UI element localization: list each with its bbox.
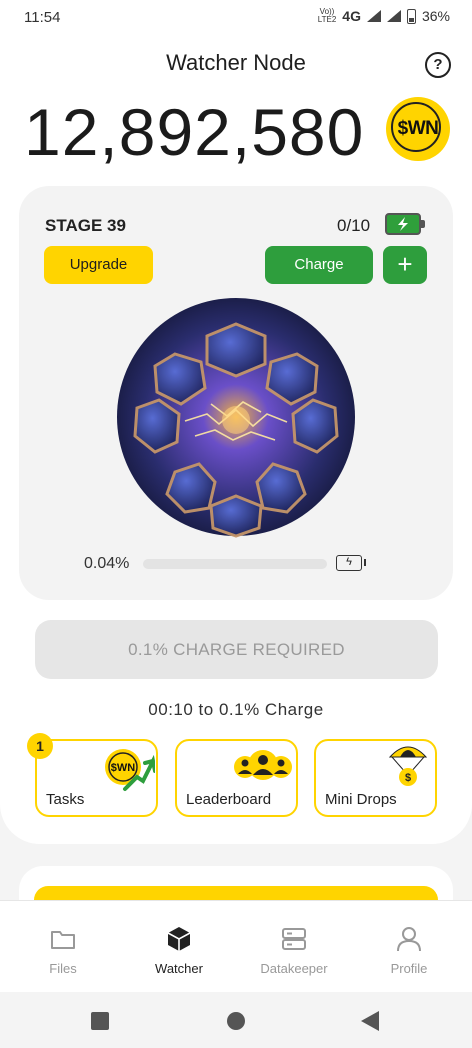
volte-icon: Vo)) LTE2 [317,7,337,24]
charge-count: 0/10 [337,216,371,235]
tasks-label: Tasks [46,791,85,808]
leaderboard-tile[interactable]: Leaderboard [175,739,298,817]
nav-label-files: Files [49,961,77,976]
network-type: 4G [342,8,361,24]
home-button[interactable] [227,1012,245,1030]
balance-value: 12,892,580 [24,95,365,169]
nav-item-datakeeper[interactable]: Datakeeper [235,925,353,976]
folder-icon [51,931,75,949]
mini-drops-tile[interactable]: $ Mini Drops [314,739,437,817]
svg-text:$WN: $WN [111,762,136,774]
battery-charging-icon: ϟ [336,555,366,571]
leaderboard-label: Leaderboard [186,791,272,808]
progress-percent: 0.04% [84,555,130,572]
question-circle-icon: ? [433,56,443,73]
nav-label-watcher: Watcher [155,961,203,976]
person-icon [397,927,421,952]
battery-icon [406,8,416,24]
stage-card: STAGE 39 0/10 Upgrade Charge + 0.04% ϟ [19,186,453,600]
nav-label-profile: Profile [390,961,428,976]
coin-label: $WN [397,118,439,139]
help-button[interactable]: ? [425,52,451,78]
upgrade-button[interactable]: Upgrade [44,246,153,284]
stage-label: STAGE 39 [45,216,126,235]
mini-drops-label: Mini Drops [325,791,397,808]
users-group-icon [234,750,292,780]
signal-icon [366,10,381,22]
charge-progress-bar [143,559,327,569]
battery-percent: 36% [421,8,450,24]
nav-item-watcher[interactable]: Watcher [120,925,238,976]
wn-coin-icon: $WN [386,97,450,161]
tasks-badge: 1 [27,733,53,759]
charge-required-button[interactable]: 0.1% CHARGE REQUIRED [35,620,438,679]
wn-coin-arrow-icon: $WN [105,749,155,791]
status-bar: 11:54 Vo)) LTE2 4G 36% [0,0,472,36]
cube-icon [167,927,191,951]
svg-text:$: $ [405,772,411,784]
add-charge-button[interactable]: + [383,246,427,284]
tasks-tile[interactable]: $WN Tasks [35,739,158,817]
charge-button[interactable]: Charge [265,246,373,284]
parachute-coin-icon: $ [388,746,428,786]
watcher-node-orb [117,298,355,538]
recents-button[interactable] [91,1012,109,1030]
nav-item-files[interactable]: Files [4,925,122,976]
nav-label-datakeeper: Datakeeper [260,961,328,976]
back-button[interactable] [361,1011,379,1031]
system-nav-bar [0,992,472,1048]
nav-item-profile[interactable]: Profile [350,925,468,976]
status-time: 11:54 [24,9,61,26]
page-title: Watcher Node [166,50,306,75]
server-icon [282,928,306,950]
status-icons: Vo)) LTE2 4G 36% [317,7,450,25]
charge-timer: 00:10 to 0.1% Charge [148,700,324,719]
battery-full-icon [385,213,425,235]
bottom-nav: Files Watcher Datakeeper Profile [0,900,472,993]
signal-icon-2 [386,10,401,22]
